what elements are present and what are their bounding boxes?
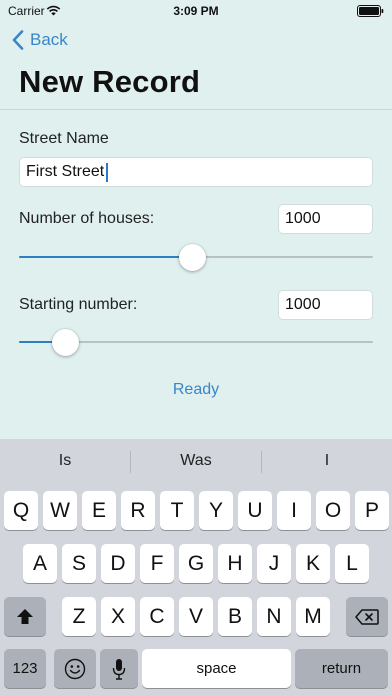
houses-input[interactable]: 1000: [278, 204, 373, 234]
starting-number-input[interactable]: 1000: [278, 290, 373, 320]
street-name-input[interactable]: First Street: [19, 157, 373, 187]
shift-icon: [17, 609, 33, 624]
key-a[interactable]: A: [23, 544, 57, 583]
key-g[interactable]: G: [179, 544, 213, 583]
ready-button[interactable]: Ready: [0, 381, 392, 399]
return-key[interactable]: return: [295, 649, 388, 688]
suggestion-2[interactable]: Was: [131, 439, 261, 483]
shift-key[interactable]: [4, 597, 46, 636]
key-t[interactable]: T: [160, 491, 194, 530]
emoji-icon: [64, 658, 86, 679]
key-j[interactable]: J: [257, 544, 291, 583]
battery-icon: [357, 5, 384, 17]
key-k[interactable]: K: [296, 544, 330, 583]
page-title: New Record: [19, 64, 201, 99]
starting-number-label: Starting number:: [19, 296, 138, 313]
houses-label: Number of houses:: [19, 210, 155, 227]
back-label: Back: [30, 30, 68, 49]
suggestion-3[interactable]: I: [262, 439, 392, 483]
key-m[interactable]: M: [296, 597, 330, 636]
emoji-key[interactable]: [54, 649, 96, 688]
header-divider: [0, 109, 392, 110]
back-chevron-icon: [12, 30, 24, 50]
key-r[interactable]: R: [121, 491, 155, 530]
key-i[interactable]: I: [277, 491, 311, 530]
starting-number-slider[interactable]: [19, 327, 373, 357]
key-x[interactable]: X: [101, 597, 135, 636]
key-n[interactable]: N: [257, 597, 291, 636]
houses-value: 1000: [285, 210, 321, 227]
key-y[interactable]: Y: [199, 491, 233, 530]
space-key[interactable]: space: [142, 649, 291, 688]
backspace-key[interactable]: [346, 597, 388, 636]
key-z[interactable]: Z: [62, 597, 96, 636]
key-v[interactable]: V: [179, 597, 213, 636]
houses-slider[interactable]: [19, 242, 373, 272]
key-l[interactable]: L: [335, 544, 369, 583]
microphone-key[interactable]: [100, 649, 138, 688]
key-o[interactable]: O: [316, 491, 350, 530]
microphone-icon: [112, 658, 126, 680]
starting-number-value: 1000: [285, 296, 321, 313]
street-name-label: Street Name: [19, 130, 109, 147]
street-name-value: First Street: [26, 163, 105, 180]
key-f[interactable]: F: [140, 544, 174, 583]
key-w[interactable]: W: [43, 491, 77, 530]
houses-slider-thumb[interactable]: [179, 244, 207, 271]
key-b[interactable]: B: [218, 597, 252, 636]
key-s[interactable]: S: [62, 544, 96, 583]
backspace-icon: [355, 608, 379, 625]
key-h[interactable]: H: [218, 544, 252, 583]
key-q[interactable]: Q: [4, 491, 38, 530]
starting-number-slider-thumb[interactable]: [52, 329, 80, 356]
back-button[interactable]: Back: [12, 29, 68, 51]
key-u[interactable]: U: [238, 491, 272, 530]
status-time: 3:09 PM: [173, 4, 219, 18]
status-bar: Carrier 3:09 PM: [0, 0, 392, 22]
numbers-key[interactable]: 123: [4, 649, 46, 688]
key-d[interactable]: D: [101, 544, 135, 583]
houses-slider-fill: [19, 256, 193, 258]
suggestion-bar: Is Was I: [0, 439, 392, 483]
key-e[interactable]: E: [82, 491, 116, 530]
keyboard: Is Was I 123 space return Q W E R T Y U …: [0, 439, 392, 696]
key-p[interactable]: P: [355, 491, 389, 530]
suggestion-1[interactable]: Is: [0, 439, 130, 483]
text-caret: [106, 162, 109, 182]
key-c[interactable]: C: [140, 597, 174, 636]
